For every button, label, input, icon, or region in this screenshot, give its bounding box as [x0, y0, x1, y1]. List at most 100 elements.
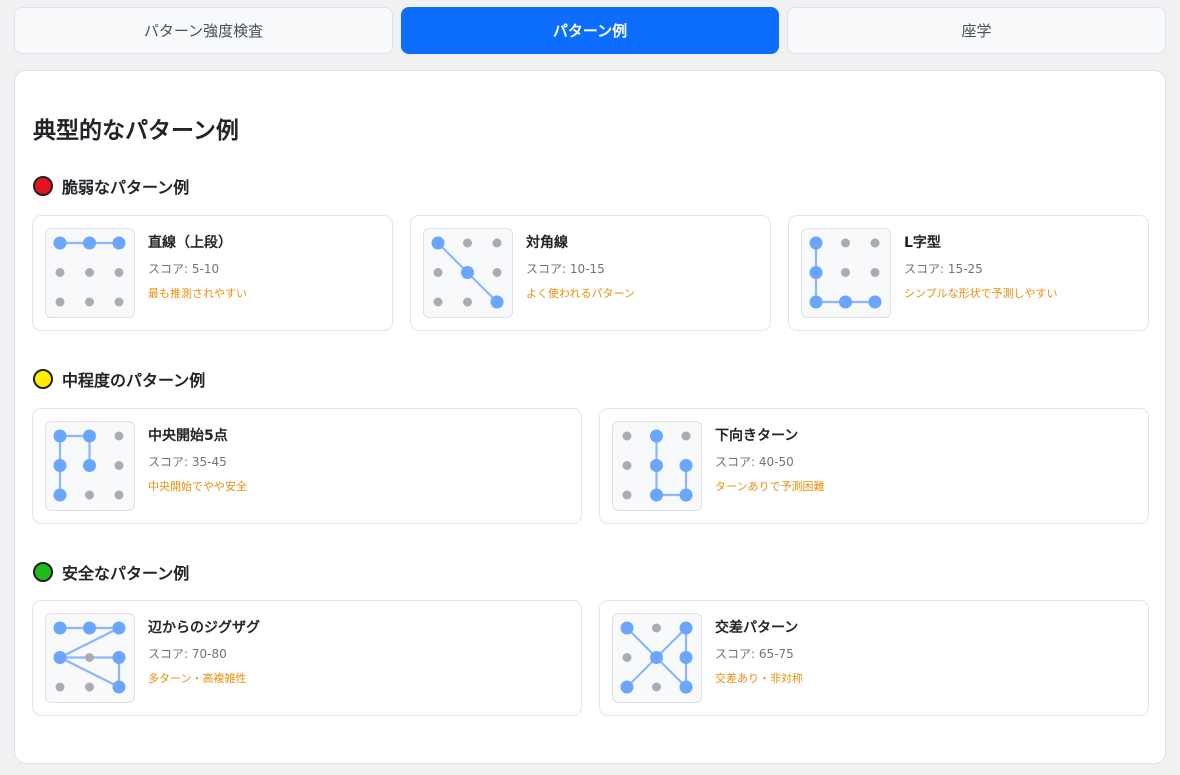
pattern-node-active: [112, 621, 126, 635]
pattern-node: [85, 268, 94, 277]
pattern-node-active: [53, 429, 67, 443]
pattern-score: スコア: 40-50: [715, 455, 794, 469]
pattern-node: [463, 238, 472, 248]
pattern-grid: [53, 621, 126, 694]
pattern-description: ターンありで予測困難: [715, 480, 825, 493]
pattern-node: [85, 682, 94, 692]
pattern-node: [55, 682, 65, 692]
tab-bar: パターン強度検査 パターン例 座学: [14, 7, 1166, 54]
pattern-name: 対角線: [526, 235, 568, 251]
pattern-grid: [53, 429, 124, 502]
section-header-weak: 脆弱なパターン例: [33, 174, 189, 198]
pattern-node-active: [53, 459, 67, 472]
pattern-card-l-shape[interactable]: L字型 スコア: 15-25 シンプルな形状で予測しやすい: [788, 215, 1149, 331]
pattern-node-active: [809, 236, 823, 250]
pattern-node: [114, 297, 124, 307]
pattern-card-edge-zigzag[interactable]: 辺からのジグザグ スコア: 70-80 多ターン・高複雑性: [32, 600, 582, 716]
pattern-card-cross[interactable]: 交差パターン スコア: 65-75 交差あり・非対称: [599, 600, 1149, 716]
tab-label: パターン強度検査: [143, 22, 264, 40]
pattern-thumbnail: [45, 421, 135, 511]
pattern-node: [681, 431, 691, 441]
tab-lecture[interactable]: 座学: [787, 7, 1166, 54]
pattern-node-active: [620, 621, 634, 635]
section-header-medium: 中程度のパターン例: [33, 367, 205, 391]
pattern-grid: [53, 236, 126, 307]
panel-title: 典型的なパターン例: [33, 118, 239, 144]
pattern-node-active: [431, 236, 445, 250]
pattern-node: [55, 268, 65, 277]
pattern-node: [114, 490, 124, 500]
pattern-node: [870, 238, 880, 248]
pattern-examples-panel: 典型的なパターン例 脆弱なパターン例 直線（上段） スコア: 5-10 最も推測…: [14, 70, 1166, 764]
tab-label: パターン例: [552, 22, 628, 40]
pattern-score: スコア: 15-25: [904, 262, 983, 276]
pattern-description: 最も推測されやすい: [148, 287, 247, 300]
pattern-node: [622, 490, 632, 500]
pattern-grid: [620, 621, 693, 694]
safe-level-icon: [33, 562, 53, 582]
section-header-safe: 安全なパターン例: [33, 560, 189, 584]
pattern-node: [652, 682, 661, 692]
tab-label: 座学: [961, 22, 992, 40]
pattern-node: [622, 461, 632, 470]
tab-pattern-examples[interactable]: パターン例: [401, 7, 779, 54]
pattern-node: [841, 238, 850, 248]
pattern-thumbnail: [45, 613, 135, 703]
pattern-node: [622, 431, 632, 441]
pattern-description: 多ターン・高複雑性: [148, 672, 247, 685]
pattern-node-active: [868, 295, 882, 309]
pattern-node-active: [490, 295, 504, 309]
pattern-card-straight-line[interactable]: 直線（上段） スコア: 5-10 最も推測されやすい: [32, 215, 393, 331]
pattern-node: [492, 238, 502, 248]
pattern-name: 中央開始5点: [148, 428, 228, 444]
pattern-description: シンプルな形状で予測しやすい: [904, 287, 1058, 300]
tab-pattern-strength-check[interactable]: パターン強度検査: [14, 7, 393, 54]
pattern-thumbnail: [45, 228, 135, 318]
weak-level-icon: [33, 176, 53, 196]
pattern-node-active: [83, 236, 96, 250]
pattern-node-active: [620, 680, 634, 694]
pattern-node-active: [679, 459, 693, 472]
pattern-name: 辺からのジグザグ: [148, 620, 260, 636]
pattern-score: スコア: 5-10: [148, 262, 220, 276]
pattern-node-active: [809, 266, 823, 279]
pattern-node-active: [809, 295, 823, 309]
pattern-node-active: [679, 621, 693, 635]
pattern-node-active: [83, 621, 96, 635]
pattern-node-active: [650, 651, 663, 664]
pattern-thumbnail: [612, 613, 702, 703]
pattern-node: [114, 461, 124, 470]
pattern-card-diagonal[interactable]: 対角線 スコア: 10-15 よく使われるパターン: [410, 215, 771, 331]
pattern-node-active: [839, 295, 852, 309]
pattern-description: 中央開始でやや安全: [148, 480, 247, 493]
pattern-node-active: [83, 429, 96, 443]
pattern-name: 直線（上段）: [148, 235, 232, 251]
pattern-node: [433, 297, 443, 307]
pattern-grid: [431, 236, 504, 309]
pattern-node: [114, 431, 124, 441]
pattern-node-active: [53, 236, 67, 250]
pattern-node: [463, 297, 472, 307]
pattern-card-downward-turn[interactable]: 下向きターン スコア: 40-50 ターンありで予測困難: [599, 408, 1149, 524]
pattern-node: [114, 268, 124, 277]
pattern-name: 交差パターン: [715, 620, 799, 636]
pattern-score: スコア: 70-80: [148, 647, 227, 661]
pattern-node-active: [650, 488, 663, 502]
pattern-score: スコア: 10-15: [526, 262, 605, 276]
pattern-node: [652, 623, 661, 633]
pattern-node-active: [112, 651, 126, 664]
pattern-node-active: [679, 488, 693, 502]
pattern-name: L字型: [904, 235, 941, 251]
pattern-node-active: [112, 680, 126, 694]
pattern-node-active: [461, 266, 474, 279]
pattern-node: [55, 297, 65, 307]
pattern-card-center-start[interactable]: 中央開始5点 スコア: 35-45 中央開始でやや安全: [32, 408, 582, 524]
section-label: 安全なパターン例: [62, 564, 190, 583]
pattern-description: 交差あり・非対称: [715, 672, 803, 685]
pattern-thumbnail: [801, 228, 891, 318]
pattern-node: [841, 268, 850, 277]
pattern-grid: [622, 429, 693, 502]
pattern-node: [85, 297, 94, 307]
pattern-node-active: [53, 621, 67, 635]
pattern-node-active: [83, 459, 96, 472]
